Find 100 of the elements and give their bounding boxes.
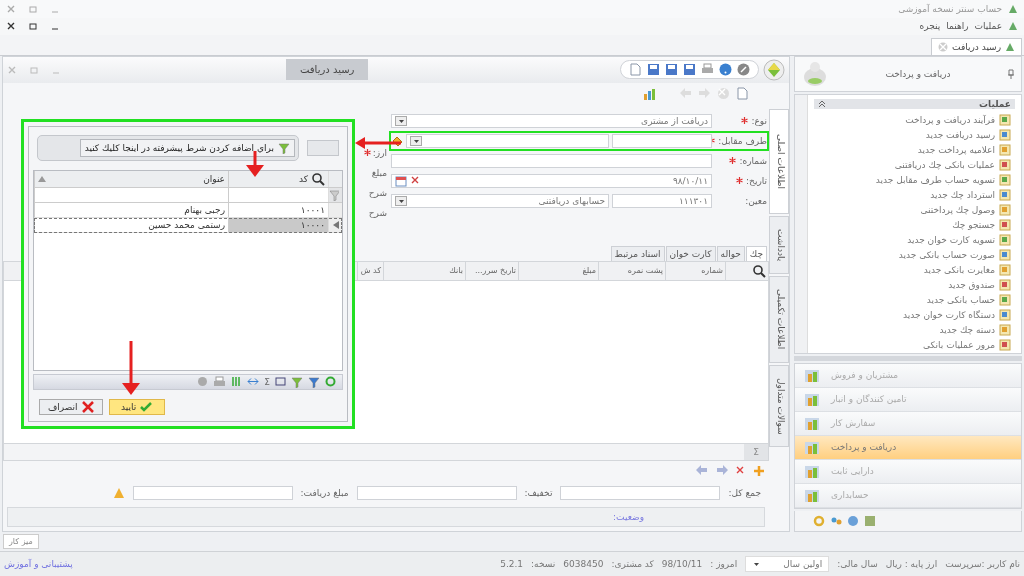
clear-icon[interactable]: [410, 174, 420, 185]
arrow-right-icon[interactable]: [698, 87, 711, 101]
table-row[interactable]: ۱۰۰۰۱ رجبی بهنام: [34, 202, 342, 218]
sidebar-item[interactable]: دستگاه کارت خوان جدید: [814, 307, 1011, 323]
table-row[interactable]: ۱۰۰۰۰ رستمی محمد حسین: [34, 217, 342, 233]
sidebar-item[interactable]: اعلامیه پرداخت جدید: [814, 142, 1011, 158]
desktop-button[interactable]: میز کار: [3, 534, 39, 550]
restore-icon[interactable]: [28, 21, 38, 32]
print-icon[interactable]: [213, 376, 227, 388]
page-icon[interactable]: [736, 87, 749, 101]
sidebar-item[interactable]: رسید دریافت جدید: [814, 127, 1011, 143]
status-label: وضعیت:: [613, 511, 644, 522]
amount-field[interactable]: [356, 485, 517, 500]
dropdown-field[interactable]: [406, 133, 609, 148]
amount-field[interactable]: [132, 485, 293, 500]
column-header[interactable]: تاریخ سرر...: [465, 261, 518, 280]
globe-icon[interactable]: [847, 514, 859, 527]
field-label: تخفیف:: [524, 487, 553, 498]
sidebar-item[interactable]: صورت حساب بانکی جدید: [814, 247, 1011, 263]
sidebar-item[interactable]: مرور عملیات بانکی: [814, 337, 1011, 353]
side-tab[interactable]: اطلاعات اصلی: [769, 108, 789, 214]
document-tab[interactable]: رسید دریافت: [931, 37, 1022, 55]
sum-mark[interactable]: Σ: [264, 376, 270, 387]
add-icon[interactable]: [753, 464, 765, 477]
help-icon[interactable]: [719, 63, 732, 77]
search-icon[interactable]: [752, 263, 766, 278]
sidebar-item[interactable]: دسته چك جدید: [814, 322, 1011, 338]
cancel-button[interactable]: انصراف: [39, 398, 103, 415]
save-icon[interactable]: [665, 63, 678, 77]
pin-icon[interactable]: [1007, 68, 1015, 79]
column-header[interactable]: کد ش: [357, 261, 383, 280]
chart-icon[interactable]: [643, 86, 657, 101]
filter-icon[interactable]: [308, 375, 320, 388]
close-icon[interactable]: [6, 21, 16, 32]
sidebar-item[interactable]: استرداد چك جدید: [814, 187, 1011, 203]
page-icon: [999, 234, 1011, 247]
sidebar-item[interactable]: صندوق جدید: [814, 277, 1011, 293]
save-icon[interactable]: [683, 63, 696, 77]
resize-icon[interactable]: [247, 376, 260, 388]
menu-item[interactable]: راهنما: [946, 21, 969, 32]
column-header[interactable]: پشت نمره: [598, 261, 665, 280]
table-cell: ۱۰۰۰۱: [228, 202, 328, 217]
filter-icon[interactable]: [291, 375, 303, 388]
import-icon[interactable]: [715, 464, 729, 477]
sidebar-item[interactable]: وصول چك پرداختنی: [814, 202, 1011, 218]
sidebar-item[interactable]: تسویه کارت خوان جدید: [814, 232, 1011, 248]
date-field[interactable]: ۹۸/۱۰/۱۱: [391, 173, 712, 188]
field-label: شماره:: [739, 155, 767, 166]
sidebar-item[interactable]: مغایرت بانکی جدید: [814, 262, 1011, 278]
window-title: رسید دریافت: [286, 59, 369, 81]
column-header[interactable]: بانك: [383, 261, 465, 280]
amount-field[interactable]: [560, 485, 721, 500]
grid-tab[interactable]: اسناد مرتبط: [610, 245, 665, 261]
dropdown-field[interactable]: حسابهای دریافتنی: [391, 193, 609, 208]
sidebar-item[interactable]: عملیات بانکی چك دریافتنی: [814, 157, 1011, 173]
table-cell: رستمی محمد حسین: [34, 217, 228, 232]
code-field[interactable]: [612, 133, 712, 148]
code-field[interactable]: ۱۱۱۳۰۱: [612, 193, 712, 208]
sort-icon[interactable]: [38, 175, 46, 182]
field-label: امروز :: [710, 559, 738, 570]
search-icon[interactable]: [311, 171, 325, 186]
confirm-button[interactable]: تایید: [108, 398, 165, 415]
calendar-icon[interactable]: [395, 174, 407, 187]
page-icon: [999, 129, 1011, 142]
column-header[interactable]: عنوان: [34, 170, 228, 187]
lookup-icon[interactable]: [391, 134, 403, 147]
grid-tab[interactable]: چك: [745, 245, 767, 261]
sidebar-item[interactable]: حساب بانکی جدید: [814, 292, 1011, 308]
collapse-icon[interactable]: [818, 99, 826, 108]
year-dropdown[interactable]: اولین سال: [745, 556, 830, 573]
compass-icon[interactable]: [737, 63, 750, 77]
field-label: شرح: [368, 187, 387, 198]
field-label: کد مشتری:: [611, 559, 654, 570]
grid-tab[interactable]: حواله: [716, 245, 745, 261]
columns-icon[interactable]: [231, 376, 243, 388]
filter-icon[interactable]: [329, 188, 339, 201]
sidebar-item[interactable]: فرآیند دریافت و پرداخت: [814, 112, 1011, 128]
section-header[interactable]: عملیات: [814, 98, 1015, 109]
support-link[interactable]: پشتیبانی و آموزش: [4, 559, 73, 570]
text-field[interactable]: [307, 139, 339, 156]
side-tab[interactable]: سوالات متداول: [769, 364, 789, 448]
module-button[interactable]: دریافت و پرداخت: [795, 435, 1021, 460]
scrollbar[interactable]: [795, 94, 808, 353]
grid-tab[interactable]: کارت خوان: [665, 245, 716, 261]
menu-item[interactable]: عملیات: [974, 21, 1002, 32]
app-icon: [1008, 21, 1018, 32]
side-tab[interactable]: اطلاعات تکمیلی: [769, 276, 789, 363]
text-field[interactable]: [391, 153, 712, 168]
side-tab[interactable]: یادداشت: [769, 216, 789, 275]
warning-icon: [112, 486, 125, 499]
column-header[interactable]: شماره: [665, 261, 725, 280]
menu-item[interactable]: پنجره: [919, 21, 941, 32]
save-icon[interactable]: [647, 63, 660, 77]
advanced-filter-button[interactable]: براي اضافه كردن شرط پيشرفته در اينجا كليك كنيد: [79, 138, 295, 157]
column-header[interactable]: مبلغ: [518, 261, 598, 280]
page-icon[interactable]: [629, 63, 642, 77]
dropdown-field[interactable]: دریافت از مشتری: [391, 113, 712, 128]
columns-icon[interactable]: [275, 376, 286, 388]
sidebar-item[interactable]: جستجو چك: [814, 217, 1011, 233]
sidebar-item[interactable]: تسویه حساب طرف مقابل جدید: [814, 172, 1011, 188]
